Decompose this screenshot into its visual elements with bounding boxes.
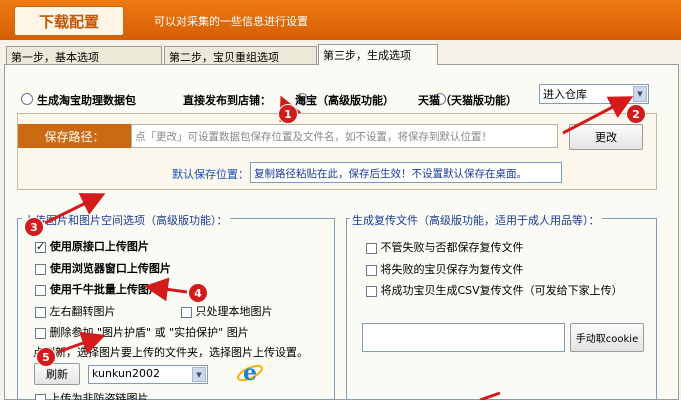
option-label: 使用原接口上传图片	[49, 240, 149, 253]
checkbox[interactable]	[35, 284, 46, 296]
checkbox[interactable]	[35, 393, 46, 400]
publish-label: 直接发布到店铺：	[183, 94, 271, 107]
option-save-failed-resend[interactable]: 将失败的宝贝保存为复传文件	[366, 261, 524, 277]
option-non-hotlink-images[interactable]: 上传为非防盗链图片	[35, 390, 149, 400]
checkbox[interactable]	[35, 306, 46, 318]
option-flip-images[interactable]: 左右翻转图片	[35, 303, 116, 319]
option-label: 使用浏览器窗口上传图片	[49, 262, 171, 275]
option-local-images-only[interactable]: 只处理本地图片	[181, 303, 273, 319]
page-title: 下载配置	[14, 6, 124, 36]
option-label: 不管失败与否都保存复传文件	[380, 241, 524, 254]
save-path-input[interactable]: 点「更改」可设置数据包保存位置及文件名，如不设置，将保存到默认位置！	[131, 124, 558, 148]
option-original-interface[interactable]: 使用原接口上传图片	[35, 238, 149, 254]
checkbox[interactable]	[181, 306, 192, 318]
refresh-button[interactable]: 刷新	[34, 363, 80, 385]
checkbox[interactable]	[35, 263, 46, 275]
account-select[interactable]: kunkun2002 ▼	[88, 365, 208, 384]
warehouse-select[interactable]: 进入仓库 ▼	[539, 84, 649, 104]
resend-group-title: 生成复传文件（高级版功能，适用于成人用品等）：	[350, 212, 602, 228]
option-qianniu-batch[interactable]: 使用千牛批量上传图片	[35, 281, 160, 297]
option-label: 左右翻转图片	[49, 305, 116, 318]
change-path-button[interactable]: 更改	[569, 124, 643, 150]
account-select-value: kunkun2002	[92, 367, 160, 380]
tab-basic-options[interactable]: 第一步，基本选项	[6, 46, 162, 65]
chevron-down-icon[interactable]: ▼	[192, 367, 206, 382]
option-delete-protected-images[interactable]: 删除参加 "图片护盾" 或 "实拍保护" 图片	[35, 324, 249, 340]
option-label: 删除参加 "图片护盾" 或 "实拍保护" 图片	[49, 326, 249, 339]
default-location-label: 默认保存位置：	[172, 168, 249, 181]
marker-1: 1	[278, 104, 298, 124]
image-upload-group-title: 上传图片和图片空间选项（高级版功能）：	[22, 212, 230, 228]
option-browser-window[interactable]: 使用浏览器窗口上传图片	[35, 260, 171, 276]
option-label: 使用千牛批量上传图片	[49, 283, 160, 296]
marker-3: 3	[24, 217, 44, 237]
option-label: 只处理本地图片	[195, 305, 273, 318]
marker-4: 4	[188, 283, 208, 303]
cookie-input[interactable]	[362, 323, 565, 352]
fetch-cookie-button[interactable]: 手动取cookie	[570, 323, 644, 352]
tab-generate-options[interactable]: 第三步，生成选项	[318, 44, 438, 65]
checkbox[interactable]	[366, 285, 377, 297]
checkbox[interactable]	[35, 327, 46, 339]
default-location-input[interactable]: 复制路径粘贴在此，保存后生效！不设置默认保存在桌面。	[250, 162, 562, 183]
option-label: 将成功宝贝生成CSV复传文件（可发给下家上传）	[380, 284, 623, 297]
marker-5: 5	[36, 347, 56, 367]
header-description: 可以对采集的一些信息进行设置	[154, 15, 308, 28]
chevron-down-icon[interactable]: ▼	[633, 86, 647, 102]
warehouse-select-value: 进入仓库	[543, 88, 587, 101]
checkbox[interactable]	[35, 240, 46, 253]
svg-text:e: e	[243, 360, 257, 386]
option-label: 上传为非防盗链图片	[49, 392, 149, 400]
ie-browser-icon[interactable]: e	[236, 359, 264, 387]
option-label: 将失败的宝贝保存为复传文件	[380, 263, 524, 276]
folder-hint: 点刷新，选择图片要上传的文件夹，选择图片上传设置。	[33, 346, 308, 359]
checkbox[interactable]	[366, 264, 377, 276]
generate-package-label: 生成淘宝助理数据包	[37, 94, 136, 107]
option-always-save-resend[interactable]: 不管失败与否都保存复传文件	[366, 239, 524, 255]
taobao-label: 淘宝（高级版功能）	[295, 94, 394, 107]
marker-2: 2	[626, 104, 646, 124]
checkbox[interactable]	[366, 242, 377, 254]
tab-regroup-options[interactable]: 第二步，宝贝重组选项	[164, 46, 317, 65]
save-path-label: 保存路径：	[18, 124, 131, 148]
tmall-label: 天猫（天猫版功能）	[418, 94, 517, 107]
option-generate-csv[interactable]: 将成功宝贝生成CSV复传文件（可发给下家上传）	[366, 282, 623, 298]
generate-package-radio[interactable]	[21, 93, 33, 105]
